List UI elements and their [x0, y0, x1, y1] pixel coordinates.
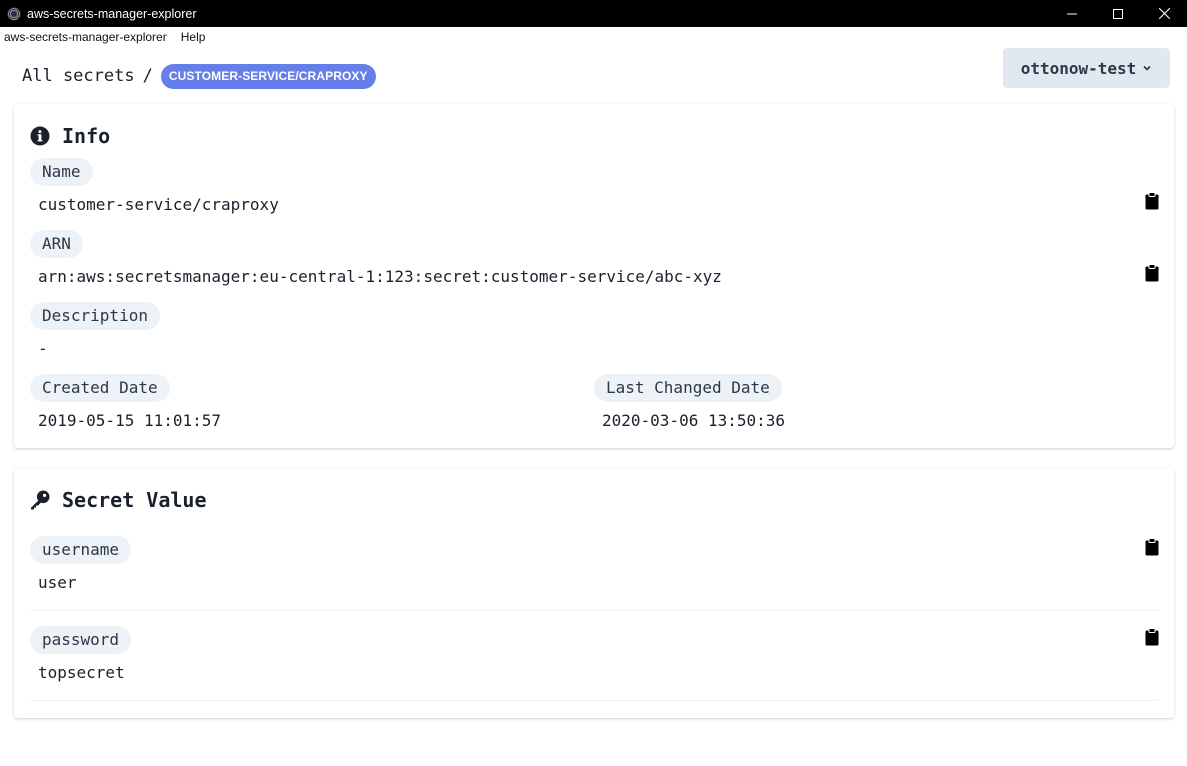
- created-date-label: Created Date: [30, 374, 170, 402]
- minimize-icon: [1067, 13, 1077, 14]
- secret-value-card: Secret Value username user password tops…: [14, 468, 1174, 718]
- breadcrumb-current-secret: CUSTOMER-SERVICE/CRAPROXY: [160, 63, 376, 89]
- arn-value: arn:aws:secretsmanager:eu-central-1:123:…: [38, 267, 722, 286]
- copy-username-clipboard-icon[interactable]: [1145, 538, 1159, 556]
- info-title-text: Info: [62, 124, 111, 148]
- secret-value-text: topsecret: [38, 663, 125, 682]
- breadcrumb-separator: /: [142, 66, 153, 86]
- chevron-down-icon: [1142, 63, 1152, 73]
- menu-item-help[interactable]: Help: [173, 27, 212, 48]
- secret-value-text: user: [38, 573, 77, 592]
- info-card: Info Name customer-service/craproxy ARN …: [14, 104, 1174, 448]
- secret-key-label: username: [30, 536, 132, 564]
- breadcrumb-all-secrets[interactable]: All secrets: [22, 66, 135, 86]
- secret-entry-divider: [30, 700, 1158, 701]
- profile-select-value: ottonow-test: [1020, 58, 1137, 78]
- description-value: -: [38, 339, 48, 358]
- close-icon: [1158, 8, 1170, 19]
- secret-card-title: Secret Value: [30, 488, 207, 512]
- arn-label: ARN: [30, 230, 83, 258]
- info-card-title: Info: [30, 124, 110, 148]
- maximize-icon: [1113, 8, 1123, 19]
- created-date-value: 2019-05-15 11:01:57: [38, 411, 222, 430]
- close-button[interactable]: [1141, 0, 1187, 27]
- copy-password-clipboard-icon[interactable]: [1145, 628, 1159, 646]
- name-value: customer-service/craproxy: [38, 195, 279, 214]
- window-titlebar: aws-secrets-manager-explorer: [0, 0, 1187, 27]
- key-icon: [30, 490, 50, 510]
- last-changed-date-value: 2020-03-06 13:50:36: [602, 411, 786, 430]
- copy-name-clipboard-icon[interactable]: [1145, 192, 1159, 210]
- secret-entry-divider: [30, 610, 1158, 611]
- description-label: Description: [30, 302, 160, 330]
- menu-item-app[interactable]: aws-secrets-manager-explorer: [0, 27, 173, 48]
- last-changed-date-label: Last Changed Date: [594, 374, 782, 402]
- breadcrumb: All secrets / CUSTOMER-SERVICE/CRAPROXY: [22, 62, 376, 90]
- profile-select[interactable]: ottonow-test: [1003, 48, 1170, 88]
- window-title: aws-secrets-manager-explorer: [27, 6, 197, 21]
- menu-bar: aws-secrets-manager-explorer Help: [0, 27, 1187, 48]
- name-label: Name: [30, 158, 93, 186]
- minimize-button[interactable]: [1049, 0, 1095, 27]
- maximize-button[interactable]: [1095, 0, 1141, 27]
- copy-arn-clipboard-icon[interactable]: [1145, 264, 1159, 282]
- info-circle-icon: [30, 126, 50, 146]
- app-icon: [7, 6, 21, 21]
- secret-title-text: Secret Value: [62, 488, 207, 512]
- secret-key-label: password: [30, 626, 132, 654]
